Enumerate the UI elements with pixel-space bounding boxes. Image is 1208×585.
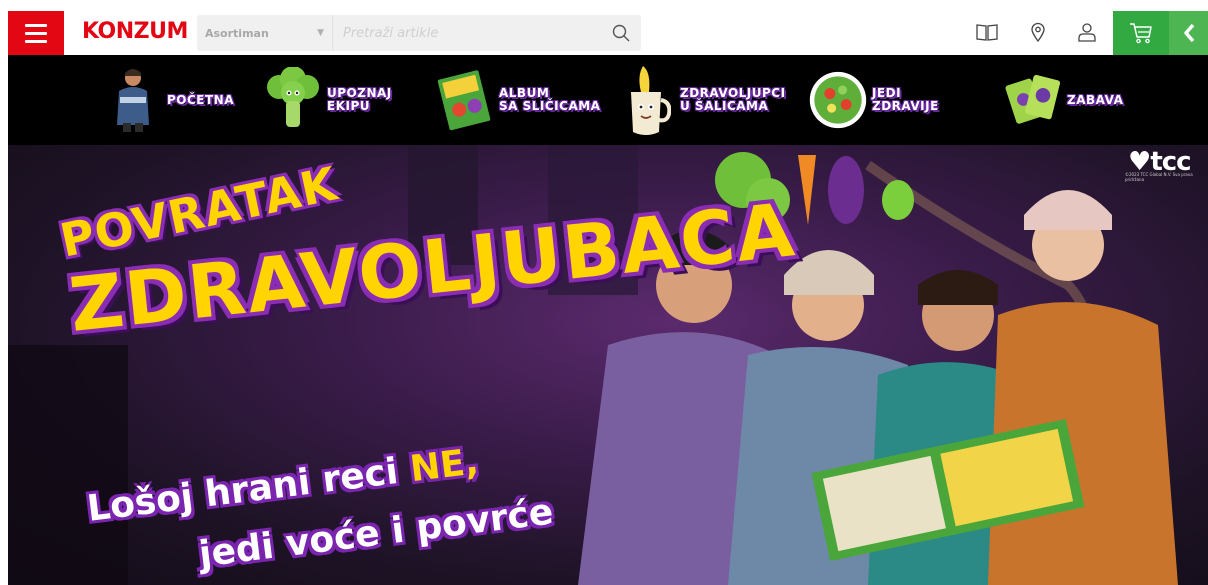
search-icon: [612, 24, 630, 42]
tcc-fineprint: ©2023 TCC Global N.V. Sva prava pridržan…: [1125, 172, 1193, 182]
broccoli-character-thumbnail: [263, 65, 323, 135]
nav-label: ZABAVA: [1067, 92, 1124, 107]
campaign-nav: POČETNA UPOZNAJ EKIPU ALBUM SA SLIČICAMA…: [8, 55, 1208, 145]
nav-item-upoznaj-ekipu[interactable]: UPOZNAJ EKIPU: [263, 55, 392, 145]
nav-item-zdravoljupci-u-salicama[interactable]: ZDRAVOLJUPCI U ŠALICAMA: [616, 55, 786, 145]
nav-item-pocetna[interactable]: POČETNA: [103, 55, 234, 145]
nav-label: POČETNA: [167, 92, 235, 107]
site-header: KONZUM Asortiman ▼: [0, 0, 1208, 55]
boy-figure-thumbnail: [103, 65, 163, 135]
nav-item-zabava[interactable]: ZABAVA: [1003, 55, 1123, 145]
search-button[interactable]: [601, 15, 641, 51]
search-bar: Asortiman ▼: [197, 15, 641, 51]
game-cards-thumbnail: [1003, 65, 1063, 135]
nav-label: ZDRAVOLJUPCI U ŠALICAMA: [680, 86, 786, 113]
catalog-book-icon: [976, 24, 998, 41]
nav-label: ALBUM SA SLIČICAMA: [499, 86, 601, 113]
nav-label: JEDI ZDRAVIJE: [872, 86, 939, 113]
salad-bowl-thumbnail: [808, 65, 868, 135]
page: KONZUM Asortiman ▼ Pretraži artikle POČE…: [0, 0, 1208, 585]
chevron-left-icon: [1183, 23, 1194, 43]
hamburger-icon: [25, 23, 47, 27]
category-select-value: Asortiman: [205, 26, 269, 40]
side-panel-toggle-button[interactable]: [1169, 11, 1208, 55]
location-pin-icon: [1031, 22, 1045, 42]
search-input[interactable]: [333, 15, 601, 51]
cart-icon: [1130, 23, 1152, 44]
chevron-down-icon: ▼: [317, 28, 324, 38]
hero-banner[interactable]: POVRATAK ZDRAVOLJUBACA Lošoj hrani reci …: [8, 145, 1208, 585]
sticker-album-thumbnail: [435, 65, 495, 135]
nav-label: UPOZNAJ EKIPU: [327, 86, 392, 113]
category-select[interactable]: Asortiman ▼: [197, 15, 333, 51]
store-locator-button[interactable]: [1026, 20, 1050, 44]
cart-button[interactable]: [1113, 11, 1169, 55]
banana-mug-thumbnail: [616, 65, 676, 135]
user-icon: [1078, 23, 1096, 42]
catalog-button[interactable]: [975, 20, 999, 44]
hamburger-icon-bar: [25, 31, 47, 35]
account-button[interactable]: [1075, 20, 1099, 44]
nav-item-jedi-zdravije[interactable]: JEDI ZDRAVIJE: [808, 55, 939, 145]
konzum-logo[interactable]: KONZUM: [82, 19, 188, 44]
nav-item-album[interactable]: ALBUM SA SLIČICAMA: [435, 55, 600, 145]
hamburger-menu-button[interactable]: [8, 11, 64, 55]
hamburger-icon-bar: [25, 39, 47, 43]
slogan-highlight: NE,: [407, 441, 481, 491]
